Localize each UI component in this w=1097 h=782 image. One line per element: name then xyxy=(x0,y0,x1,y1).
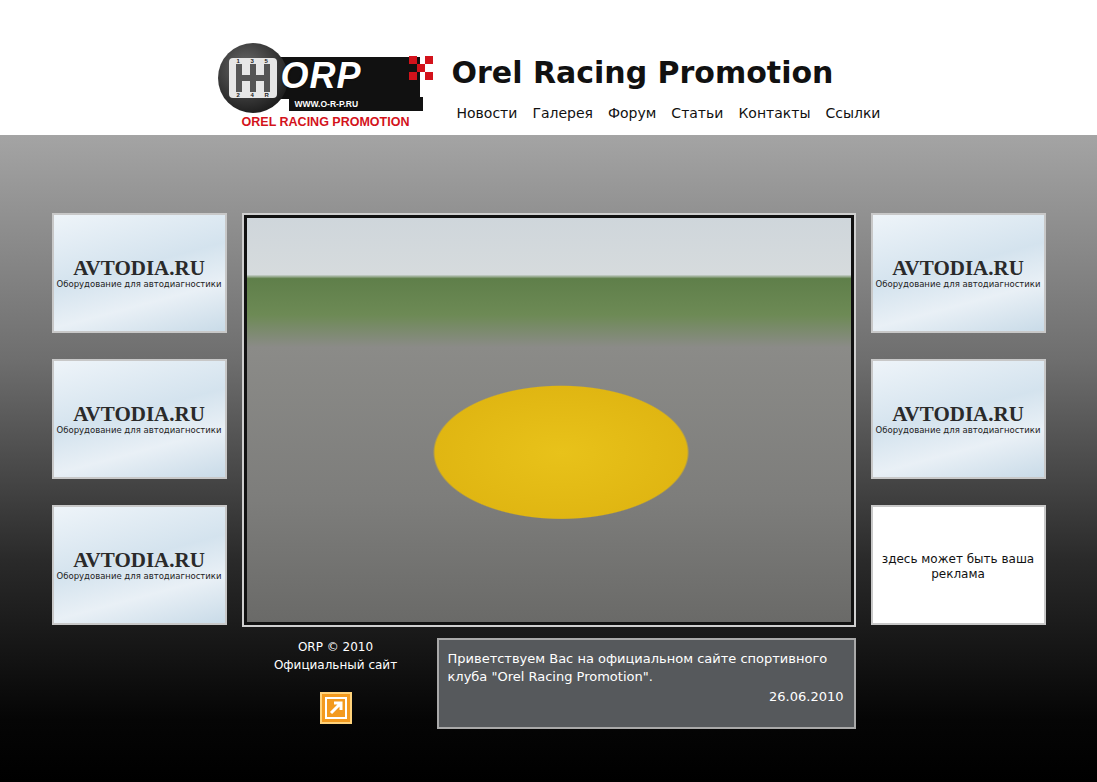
gear-label: 1 xyxy=(237,58,240,65)
ad-subtitle: Оборудование для автодиагностики xyxy=(57,571,222,581)
nav-link-item[interactable]: Статьи xyxy=(671,104,723,122)
news-box: Приветствуем Вас на официальном сайте сп… xyxy=(437,638,856,729)
main-area: AVTODIA.RUОборудование для автодиагности… xyxy=(0,135,1097,729)
ad-banner[interactable]: здесь может быть ваша реклама xyxy=(871,505,1046,625)
ad-title: AVTODIA.RU xyxy=(892,257,1024,279)
photo-frame xyxy=(242,213,856,627)
ad-subtitle: Оборудование для автодиагностики xyxy=(876,279,1041,289)
ad-title: AVTODIA.RU xyxy=(73,403,205,425)
site-caption: Официальный сайт xyxy=(242,656,430,674)
ad-banner[interactable]: AVTODIA.RUОборудование для автодиагности… xyxy=(52,505,227,625)
main-nav: Новости Галерея Форум Статьи Контакты Ссылки xyxy=(452,104,881,122)
logo-name: OREL RACING PROMOTION xyxy=(217,115,435,130)
ad-subtitle: Оборудование для автодиагностики xyxy=(57,425,222,435)
footer: ORP © 2010Официальный сайт xyxy=(242,638,430,724)
nav-link-item[interactable]: Форум xyxy=(608,104,656,122)
ad-title: AVTODIA.RU xyxy=(73,549,205,571)
ad-banner[interactable]: AVTODIA.RUОборудование для автодиагности… xyxy=(871,359,1046,479)
ad-subtitle: Оборудование для автодиагностики xyxy=(57,279,222,289)
logo-url: WWW.O-R-P.RU xyxy=(295,99,359,110)
ad-text: здесь может быть ваша реклама xyxy=(877,548,1040,582)
ad-banner[interactable]: AVTODIA.RUОборудование для автодиагности… xyxy=(52,359,227,479)
nav-link-item[interactable]: Галерея xyxy=(532,104,593,122)
gear-label: 5 xyxy=(265,58,268,65)
ad-title: AVTODIA.RU xyxy=(73,257,205,279)
gear-label: 3 xyxy=(251,58,254,65)
gear-label: 2 xyxy=(237,92,240,99)
right-ads: AVTODIA.RUОборудование для автодиагности… xyxy=(871,213,1046,625)
ad-banner[interactable]: AVTODIA.RUОборудование для автодиагности… xyxy=(52,213,227,333)
gear-label: R xyxy=(265,92,269,99)
news-text: Приветствуем Вас на официальном сайте сп… xyxy=(448,650,844,686)
nav-link-item[interactable]: Контакты xyxy=(738,104,810,122)
ad-banner[interactable]: AVTODIA.RUОборудование для автодиагности… xyxy=(871,213,1046,333)
gear-label: 4 xyxy=(251,92,254,99)
header: ORP WWW.O-R-P.RU OREL RACING PROMOTION 1 3 5 2… xyxy=(0,0,1097,135)
news-date: 26.06.2010 xyxy=(448,688,844,706)
left-ads: AVTODIA.RUОборудование для автодиагности… xyxy=(52,213,227,625)
site-logo[interactable]: ORP WWW.O-R-P.RU OREL RACING PROMOTION 1 3 5 2… xyxy=(217,42,435,132)
copyright: ORP © 2010 xyxy=(242,638,430,656)
logo-mark: ORP xyxy=(281,56,362,96)
external-link-icon[interactable] xyxy=(320,692,352,724)
site-title: Orel Racing Promotion xyxy=(452,53,881,93)
featured-photo[interactable] xyxy=(244,215,854,625)
ad-title: AVTODIA.RU xyxy=(892,403,1024,425)
ad-subtitle: Оборудование для автодиагностики xyxy=(876,425,1041,435)
nav-link-item[interactable]: Новости xyxy=(457,104,518,122)
nav-link-item[interactable]: Ссылки xyxy=(825,104,880,122)
